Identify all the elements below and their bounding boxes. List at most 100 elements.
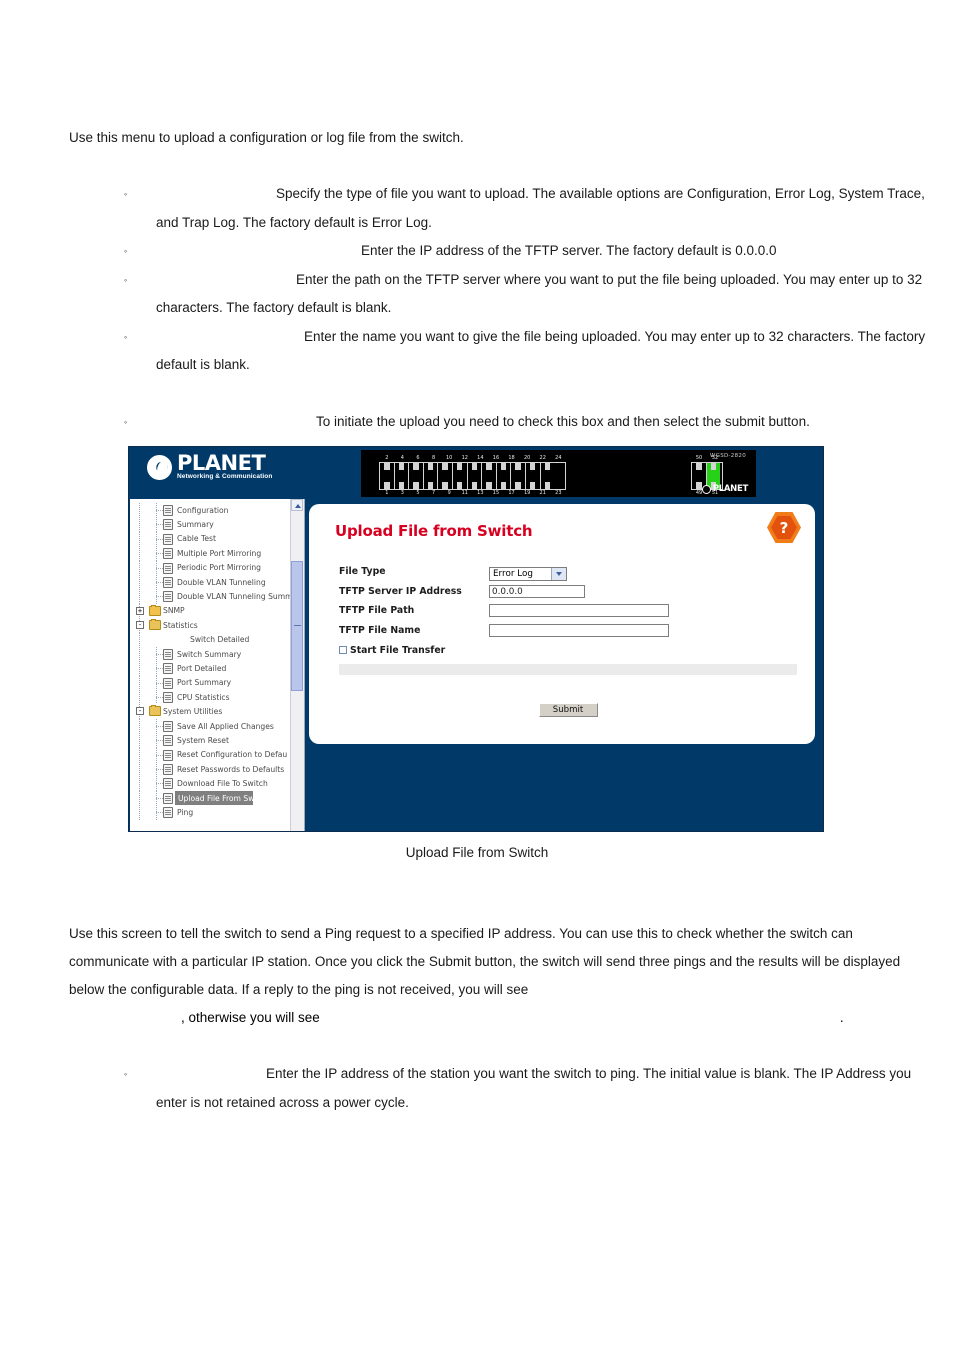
tree-item-ping[interactable]: Ping	[130, 805, 304, 820]
port-number: 17	[508, 490, 515, 496]
tree-item-cpu-statistics[interactable]: CPU Statistics	[130, 690, 304, 705]
tree-guide-line	[139, 503, 140, 518]
tree-item-port-summary[interactable]: Port Summary	[130, 675, 304, 691]
collapse-toggle-icon[interactable]: -	[136, 621, 144, 630]
port-number: 12	[461, 455, 468, 461]
folder-open-icon	[149, 705, 161, 717]
port-jack	[497, 463, 512, 489]
tree-item-multiple-port-mirroring[interactable]: Multiple Port Mirroring	[130, 546, 304, 561]
port-numbers-top: 2 4 6 8 10 12 14 16 18 20 22 24	[379, 455, 566, 462]
tree-guide-line	[139, 762, 140, 777]
port-number: 20	[523, 455, 531, 461]
tree-item-reset-configuration-to-defau[interactable]: Reset Configuration to Defau	[130, 747, 304, 763]
tree-item-snmp[interactable]: + SNMP	[130, 603, 304, 619]
tree-item-download-file-to-switch[interactable]: Download File To Switch	[130, 776, 304, 791]
file-type-value: Error Log	[493, 568, 533, 579]
tree-item-system-utilities[interactable]: - System Utilities	[130, 704, 304, 719]
port-number: 9	[447, 490, 451, 496]
tree-item-cable-test[interactable]: Cable Test	[130, 531, 304, 547]
tree-item-periodic-port-mirroring[interactable]: Periodic Port Mirroring	[130, 560, 304, 575]
device-banner: PLANET Networking & Communication 2 4 6 …	[129, 447, 823, 499]
tree-elbow-line	[156, 740, 163, 742]
tree-guide-line	[139, 675, 140, 691]
tree-elbow-line	[156, 567, 163, 569]
tftp-path-input[interactable]	[489, 604, 669, 618]
tree-elbow-line	[156, 553, 163, 555]
switch-ui-screenshot: PLANET Networking & Communication 2 4 6 …	[128, 446, 824, 832]
submit-row: Submit	[339, 699, 797, 717]
port-number: 1	[385, 490, 389, 496]
file-type-control: Error Log	[489, 563, 797, 581]
tree-item-port-detailed[interactable]: Port Detailed	[130, 661, 304, 676]
bullet-tftp-path: ◦ Enter the path on the TFTP server wher…	[69, 266, 929, 323]
port-number: 24	[555, 455, 562, 461]
tree-item-save-all-applied-changes[interactable]: Save All Applied Changes	[130, 718, 304, 734]
tree-guide-line	[139, 517, 140, 532]
tree-item-summary[interactable]: Summary	[130, 517, 304, 532]
tree-item-label: Port Summary	[177, 678, 232, 688]
ping-line2-end: .	[839, 1010, 844, 1025]
port-jack	[482, 463, 497, 489]
port-number: 10	[445, 455, 453, 461]
file-type-select[interactable]: Error Log	[489, 566, 567, 581]
planet-mark-icon	[701, 484, 711, 494]
upload-form: File Type Error Log TFTP Server IP Addre…	[339, 562, 797, 717]
port-number: 2	[385, 455, 389, 461]
form-row-tftp-ip: TFTP Server IP Address 0.0.0.0	[339, 582, 797, 602]
tree-scrollbar[interactable]	[290, 499, 304, 831]
port-number: 13	[477, 490, 484, 496]
tree-guide-line	[139, 661, 140, 676]
scroll-up-arrow-icon[interactable]	[291, 499, 303, 511]
page-icon	[163, 663, 173, 675]
submit-button[interactable]: Submit	[538, 703, 598, 717]
tree-elbow-line	[156, 697, 163, 699]
page-icon	[163, 749, 173, 761]
web-ui-body: Configuration Summary Cable Test Multiple P…	[129, 499, 823, 831]
tree-item-double-vlan-tunneling[interactable]: Double VLAN Tunneling	[130, 574, 304, 590]
chevron-down-icon[interactable]	[551, 567, 566, 580]
navigation-tree[interactable]: Configuration Summary Cable Test Multiple P…	[130, 499, 305, 831]
planet-logo: PLANET Networking & Communication	[147, 451, 272, 481]
folder-closed-icon	[149, 604, 161, 616]
start-file-transfer-checkbox[interactable]	[339, 646, 347, 654]
tree-item-label: Port Detailed	[177, 663, 227, 673]
tftp-ip-label: TFTP Server IP Address	[339, 585, 462, 597]
device-model-label: WGSD-2820	[709, 453, 746, 459]
navigation-tree-items: Configuration Summary Cable Test Multiple P…	[130, 499, 304, 820]
tree-item-switch-detailed[interactable]: Switch Detailed	[130, 632, 304, 647]
tftp-ip-input[interactable]: 0.0.0.0	[489, 584, 585, 598]
help-button[interactable]: ?	[767, 512, 801, 543]
tree-item-switch-summary[interactable]: Switch Summary	[130, 646, 304, 662]
tree-item-reset-passwords-to-defaults[interactable]: Reset Passwords to Defaults	[130, 762, 304, 777]
tftp-name-input[interactable]	[489, 623, 669, 637]
brand-name: PLANET	[177, 451, 266, 475]
tree-elbow-line	[156, 524, 163, 526]
bullet-text: To initiate the upload you need to check…	[316, 413, 810, 429]
port-number: 4	[400, 455, 404, 461]
tree-item-system-reset[interactable]: System Reset	[130, 733, 304, 748]
port-number: 16	[492, 455, 500, 461]
tree-item-statistics[interactable]: - Statistics	[130, 618, 304, 633]
bullet-marker-icon: ◦	[124, 274, 128, 285]
tree-guide-line	[139, 646, 140, 662]
tftp-name-control	[489, 623, 797, 637]
port-number: 7	[431, 490, 436, 496]
tree-guide-line	[139, 733, 140, 748]
port-jack	[409, 463, 424, 489]
device-brand-logo: PLANET	[701, 484, 748, 494]
tftp-path-label: TFTP File Path	[339, 605, 415, 617]
device-front-panel: 2 4 6 8 10 12 14 16 18 20 22 24 1 3 5 7 …	[361, 450, 756, 497]
tree-guide-line	[139, 776, 140, 791]
tree-item-double-vlan-tunneling-summ[interactable]: Double VLAN Tunneling Summ	[130, 589, 304, 604]
port-block-1-24: 2 4 6 8 10 12 14 16 18 20 22 24 1 3 5 7 …	[379, 455, 567, 497]
scrollbar-thumb[interactable]	[291, 561, 303, 691]
tree-elbow-line	[156, 510, 163, 511]
collapse-toggle-icon[interactable]: -	[136, 707, 144, 716]
tree-elbow-line	[156, 668, 163, 670]
bullet-start-transfer: ◦ To initiate the upload you need to che…	[69, 408, 929, 437]
tree-item-upload-file-from-switch[interactable]: Upload File From Switch	[130, 790, 304, 806]
expand-toggle-icon[interactable]: +	[136, 606, 144, 615]
tree-item-configuration[interactable]: Configuration	[130, 503, 304, 518]
tree-elbow-line	[156, 581, 163, 583]
page-icon	[163, 648, 173, 660]
